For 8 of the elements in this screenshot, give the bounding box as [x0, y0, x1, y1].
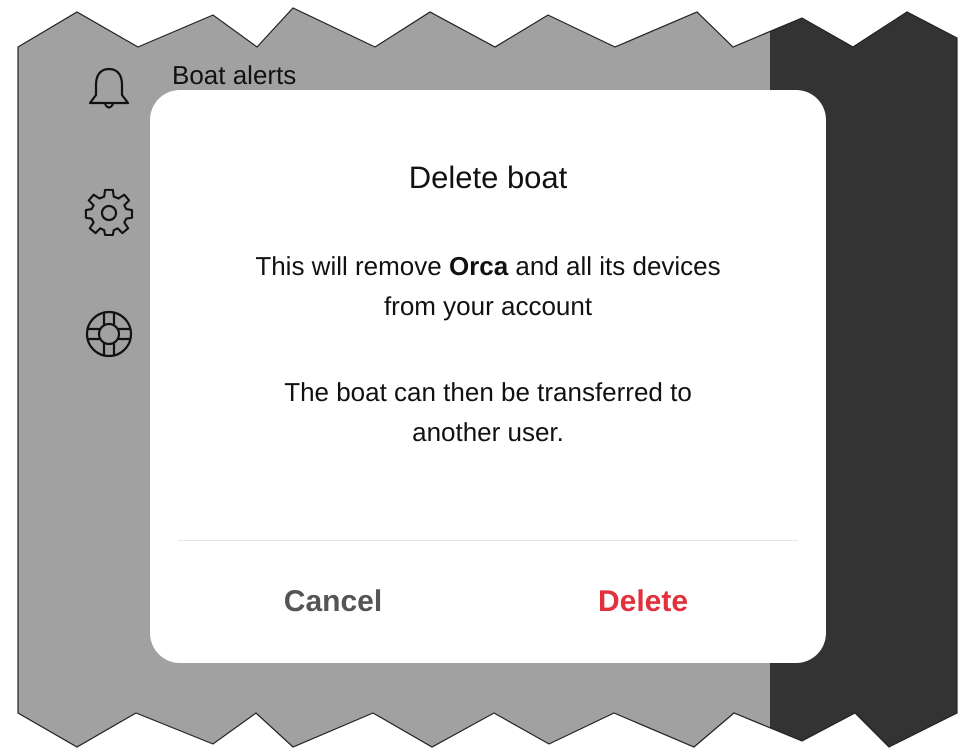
- dialog-message: The boat can then be transferred to another user.: [283, 376, 693, 449]
- dialog-message: This will remove Orca and all its devices from your account: [254, 250, 722, 323]
- lifebuoy-icon[interactable]: [84, 309, 134, 359]
- cancel-button[interactable]: Cancel: [218, 541, 448, 663]
- dialog-title: Delete boat: [408, 160, 568, 196]
- delete-button[interactable]: Delete: [528, 541, 758, 663]
- menu-item-label[interactable]: Boat alerts: [172, 62, 296, 88]
- settings-icon[interactable]: [84, 187, 134, 237]
